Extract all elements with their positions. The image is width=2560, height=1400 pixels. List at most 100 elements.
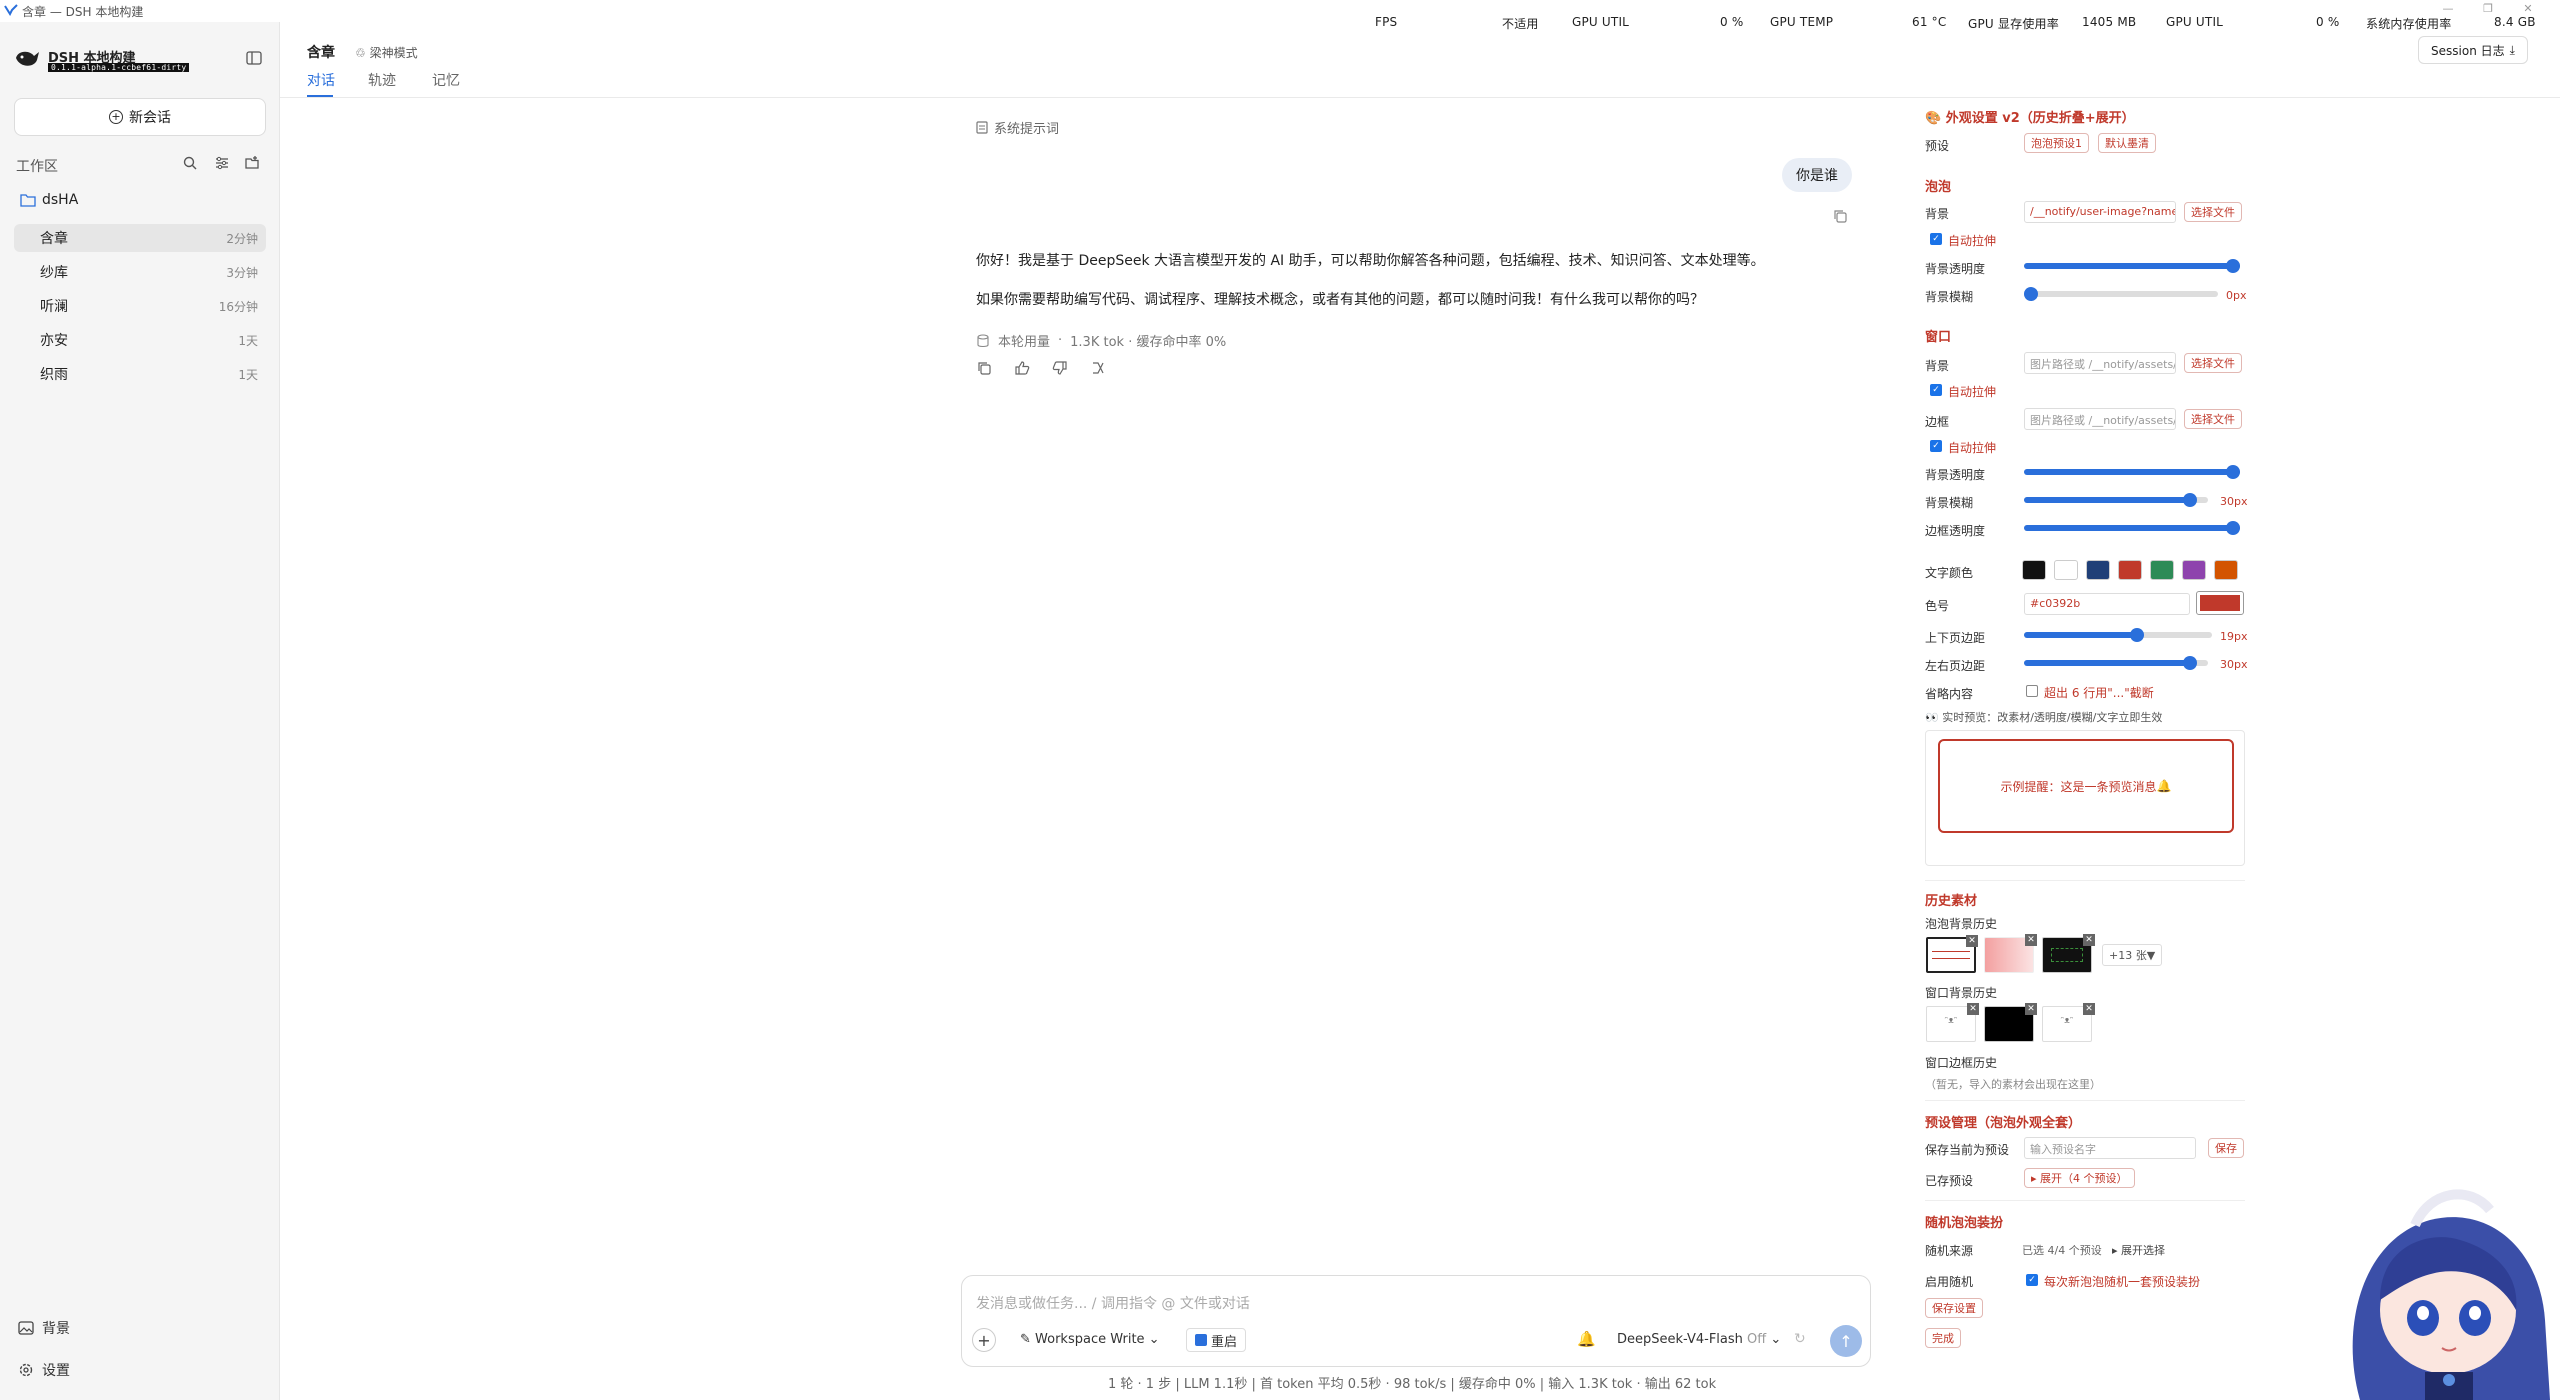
history-thumbnail[interactable]: ✕ (1984, 934, 2037, 973)
minimize-icon[interactable]: — (2440, 2, 2456, 18)
send-button[interactable]: ↑ (1830, 1325, 1862, 1357)
color-swatch[interactable] (2022, 560, 2046, 580)
window-opacity-slider[interactable] (2024, 465, 2240, 479)
color-swatch[interactable] (2054, 560, 2078, 580)
remove-icon[interactable]: ✕ (2083, 1003, 2095, 1015)
tab-chat[interactable]: 对话 (307, 70, 335, 90)
filter-icon[interactable] (214, 155, 230, 171)
choose-file-button[interactable]: 选择文件 (2184, 202, 2242, 222)
settings-nav[interactable]: 设置 (18, 1360, 70, 1380)
preset-chip[interactable]: 默认墨清 (2098, 133, 2156, 153)
image-icon (18, 1321, 34, 1335)
auto-stretch-label: 自动拉伸 (1948, 385, 1997, 399)
choose-file-button[interactable]: 选择文件 (2184, 353, 2242, 373)
expand-select-button[interactable]: ▸ 展开选择 (2112, 1242, 2165, 1258)
color-swatch[interactable] (2150, 560, 2174, 580)
preset-name-input[interactable]: 输入预设名字 (2024, 1137, 2196, 1159)
session-log-button[interactable]: Session 日志 ⤓ (2418, 36, 2528, 64)
message-input[interactable]: 发消息或做任务... / 调用指令 @ 文件或对话 (976, 1293, 1250, 1313)
truncate-checkbox[interactable] (2026, 685, 2038, 697)
new-chat-button[interactable]: + 新会话 (14, 98, 266, 136)
plus-icon: + (977, 1330, 991, 1350)
session-item[interactable]: 亦安 1天 (14, 326, 266, 354)
h-margin-slider[interactable] (2024, 656, 2208, 670)
hex-input[interactable]: #c0392b (2024, 593, 2190, 615)
remove-icon[interactable]: ✕ (2025, 934, 2037, 946)
color-swatch[interactable] (2118, 560, 2142, 580)
history-thumbnail[interactable]: ✕ (1926, 935, 1978, 973)
save-preset-button[interactable]: 保存 (2208, 1138, 2244, 1158)
window-bg-input[interactable]: 图片路径或 /__notify/assets/... (2024, 352, 2176, 374)
done-button[interactable]: 完成 (1925, 1328, 1961, 1348)
run-stats: 1 轮 · 1 步 | LLM 1.1秒 | 首 token 平均 0.5秒 ·… (1108, 1377, 1717, 1392)
background-nav[interactable]: 背景 (18, 1318, 70, 1338)
restart-button[interactable]: 重启 (1186, 1328, 1247, 1352)
auto-stretch-checkbox[interactable]: ✓ (1930, 384, 1942, 396)
sidebar-toggle-icon[interactable] (246, 50, 262, 66)
bubble-opacity-slider[interactable] (2024, 259, 2240, 273)
system-prompt-toggle[interactable]: 系统提示词 (976, 118, 1059, 137)
workspace-write-select[interactable]: ✎ Workspace Write ⌄ (1020, 1332, 1160, 1347)
thumbs-down-icon[interactable] (1052, 360, 1068, 376)
border-opacity-slider[interactable] (2024, 521, 2240, 535)
usage-summary[interactable]: 本轮用量 · 1.3K tok · 缓存命中率 0% (976, 331, 1226, 350)
bubble-bg-input[interactable]: /__notify/user-image?name= (2024, 201, 2176, 223)
color-swatch[interactable] (2086, 560, 2110, 580)
remove-icon[interactable]: ✕ (2083, 934, 2095, 946)
more-history-button[interactable]: +13 张 ▼ (2102, 944, 2163, 966)
expand-presets-button[interactable]: ▸ 展开（4 个预设） (2024, 1168, 2135, 1188)
search-icon[interactable] (182, 155, 198, 171)
border-history-empty: （暂无，导入的素材会出现在这里） (1925, 1078, 2101, 1091)
border-label: 边框 (1925, 415, 1950, 429)
auto-stretch-checkbox[interactable]: ✓ (1930, 233, 1942, 245)
database-icon (977, 333, 989, 347)
session-item[interactable]: 含章 2分钟 (14, 224, 266, 252)
branch-icon[interactable] (1090, 360, 1106, 376)
workspace-folder[interactable]: dsHA (20, 192, 78, 208)
copy-icon[interactable] (976, 360, 992, 376)
save-settings-button[interactable]: 保存设置 (1925, 1298, 1983, 1318)
choose-file-button[interactable]: 选择文件 (2184, 409, 2242, 429)
window-blur-slider[interactable] (2024, 493, 2208, 507)
refresh-icon[interactable]: ↻ (1794, 1331, 1806, 1347)
color-picker[interactable] (2196, 591, 2244, 615)
sidebar: DSH 本地构建 0.1.1-alpha.1-ccbef61-dirty + 新… (0, 22, 280, 1400)
color-swatch[interactable] (2214, 560, 2238, 580)
remove-icon[interactable]: ✕ (1967, 1003, 1979, 1015)
bubble-blur-slider[interactable] (2024, 287, 2218, 301)
v-margin-slider[interactable] (2024, 628, 2212, 642)
bubble-blur-value: 0px (2226, 289, 2247, 302)
enable-random-checkbox[interactable]: ✓ (2026, 1274, 2038, 1286)
auto-stretch-checkbox[interactable]: ✓ (1930, 440, 1942, 452)
remove-icon[interactable]: ✕ (1966, 935, 1978, 947)
ai-message-paragraph: 如果你需要帮助编写代码、调试程序、理解技术概念，或者有其他的问题，都可以随时问我… (976, 292, 1704, 308)
tab-trace[interactable]: 轨迹 (368, 70, 396, 90)
preset-chip[interactable]: 泡泡预设1 (2024, 133, 2089, 153)
model-name: DeepSeek-V4-Flash (1617, 1332, 1743, 1347)
color-swatch[interactable] (2182, 560, 2206, 580)
session-item[interactable]: 听澜 16分钟 (14, 292, 266, 320)
history-thumbnail[interactable]: ᵔᴥᵔ ✕ (1926, 1003, 1979, 1042)
model-state: Off (1747, 1332, 1767, 1347)
bell-icon[interactable]: 🔔 (1577, 1330, 1596, 1348)
session-time: 3分钟 (226, 265, 258, 280)
thumbs-up-icon[interactable] (1014, 360, 1030, 376)
border-input[interactable]: 图片路径或 /__notify/assets/... (2024, 408, 2176, 430)
session-item[interactable]: 织雨 1天 (14, 360, 266, 388)
session-item[interactable]: 纱库 3分钟 (14, 258, 266, 286)
h-margin-value: 30px (2220, 658, 2248, 671)
divider (1925, 1100, 2245, 1101)
copy-icon[interactable] (1832, 208, 1848, 224)
stat-value: 1405 MB (2082, 15, 2137, 29)
attach-button[interactable]: + (972, 1328, 996, 1352)
tab-memory[interactable]: 记忆 (432, 70, 460, 90)
close-icon[interactable]: ✕ (2520, 2, 2536, 18)
history-thumbnail[interactable]: ᵔᴥᵔ ✕ (2042, 1003, 2095, 1042)
history-thumbnail[interactable]: ✕ (1984, 1003, 2037, 1042)
model-select[interactable]: DeepSeek-V4-Flash Off ⌄ (1617, 1332, 1781, 1347)
maximize-icon[interactable]: ❐ (2480, 2, 2496, 18)
new-folder-icon[interactable] (244, 155, 260, 171)
mode-toggle[interactable]: ♲ 梁神模式 (355, 44, 418, 61)
history-thumbnail[interactable]: ✕ (2042, 934, 2095, 973)
remove-icon[interactable]: ✕ (2025, 1003, 2037, 1015)
